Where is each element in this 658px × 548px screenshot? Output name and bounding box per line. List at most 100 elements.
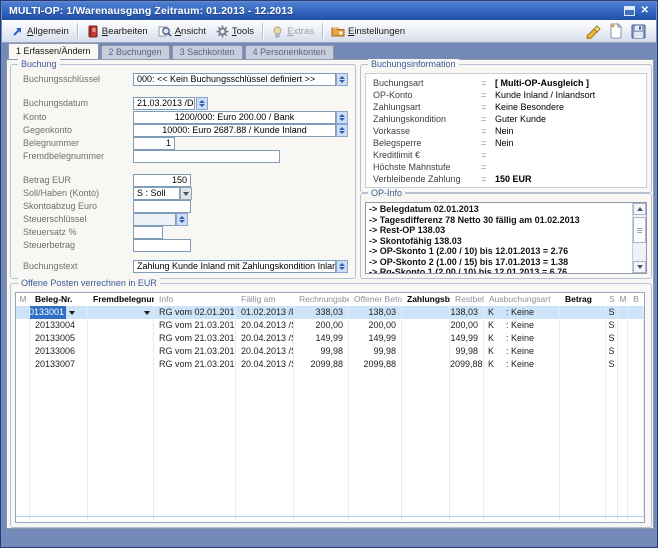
cell-b — [628, 345, 644, 358]
cell-betrag[interactable] — [560, 319, 606, 332]
cell-zahlungsbetrag[interactable] — [402, 358, 450, 371]
tab-sachkonten[interactable]: 3 Sachkonten — [172, 45, 243, 59]
menu-allgemein[interactable]: Allgemein — [6, 23, 74, 40]
cell-faellig-am: 20.04.2013 /Sa — [236, 319, 294, 332]
spinner-icon[interactable] — [176, 213, 188, 226]
groupbox-buchung: Buchung Buchungsschlüssel 000: << Kein B… — [10, 64, 356, 279]
cell-beleg-nr[interactable]: 20133006 — [30, 345, 88, 358]
menu-label: Tools — [232, 26, 254, 37]
col-header-info[interactable]: Info — [154, 293, 236, 306]
cell-zahlungsbetrag[interactable] — [402, 306, 450, 319]
cell-ausbuchungsart[interactable]: K: Keine — [484, 332, 560, 345]
label-steuerbetrag: Steuerbetrag — [23, 239, 75, 252]
stamp-icon[interactable] — [585, 24, 601, 39]
skontoabzug-field[interactable] — [133, 200, 191, 213]
buchungsdatum-field[interactable]: 21.03.2013 /Do — [133, 97, 195, 110]
cell-ausbuchungsart[interactable]: K: Keine — [484, 358, 560, 371]
menu-bearbeiten[interactable]: Bearbeiten — [81, 23, 153, 40]
table-empty-area — [16, 371, 644, 516]
fremdbelegnummer-field[interactable] — [133, 150, 280, 163]
scroll-down-icon[interactable] — [633, 261, 646, 273]
menu-label: Allgemein — [27, 26, 69, 37]
steuerbetrag-field[interactable] — [133, 239, 191, 252]
tab-erfassen-aendern[interactable]: 1 Erfassen/Ändern — [8, 43, 99, 59]
gegenkonto-select[interactable]: 10000: Euro 2687.88 / Kunde Inland — [133, 124, 336, 137]
spinner-icon[interactable] — [196, 97, 208, 110]
col-header-rechnungsbetrag[interactable]: Rechnungsbetrag — [294, 293, 349, 306]
table-row[interactable]: 20133006 RG vom 21.03.2013 20.04.2013 /S… — [16, 345, 644, 358]
spinner-icon[interactable] — [336, 73, 348, 86]
spinner-icon[interactable] — [336, 260, 348, 273]
betrag-eur-field[interactable]: 150 — [133, 174, 191, 187]
scrollbar-thumb[interactable] — [633, 217, 646, 243]
menu-tools[interactable]: Tools — [211, 23, 259, 40]
col-header-beleg-nr[interactable]: Beleg-Nr. — [30, 293, 88, 306]
table-row[interactable]: 20133007 RG vom 21.03.2013 20.04.2013 /S… — [16, 358, 644, 371]
menu-extras[interactable]: Extras — [266, 23, 319, 40]
menu-ansicht[interactable]: Ansicht — [153, 23, 211, 40]
cell-m2 — [618, 345, 628, 358]
cell-beleg-nr[interactable]: 20133001 — [30, 306, 88, 319]
cell-fremdbelegnummer[interactable] — [88, 358, 154, 371]
cell-ausbuchungsart[interactable]: K: Keine — [484, 345, 560, 358]
spinner-icon[interactable] — [336, 124, 348, 137]
table-row[interactable]: 20133001 RG vom 02.01.2013 01.02.2013 /F… — [16, 306, 644, 319]
vertical-scrollbar[interactable] — [632, 203, 646, 273]
col-header-offener-betrag[interactable]: Offener Betrag — [349, 293, 402, 306]
cell-fremdbelegnummer[interactable] — [88, 332, 154, 345]
close-icon[interactable]: ✕ — [641, 6, 649, 16]
belegnummer-field[interactable]: 1 — [133, 137, 175, 150]
buchungstext-select[interactable]: Zahlung Kunde Inland mit Zahlungskonditi… — [133, 260, 336, 273]
save-icon[interactable] — [631, 24, 646, 39]
dropdown-arrow-icon[interactable] — [69, 311, 75, 315]
menu-einstellungen[interactable]: Einstellungen — [326, 23, 410, 40]
table-row[interactable]: 20133005 RG vom 21.03.2013 20.04.2013 /S… — [16, 332, 644, 345]
cell-betrag[interactable] — [560, 345, 606, 358]
steuersatz-field[interactable] — [133, 226, 163, 239]
col-header-s[interactable]: S — [606, 293, 618, 306]
col-header-faellig-am[interactable]: Fällig am — [236, 293, 294, 306]
spinner-icon[interactable] — [336, 111, 348, 124]
col-header-b[interactable]: B — [628, 293, 644, 306]
col-header-restbetrag[interactable]: Restbetrag — [450, 293, 484, 306]
cell-betrag[interactable] — [560, 306, 606, 319]
new-document-icon[interactable] — [609, 23, 623, 39]
cell-beleg-nr[interactable]: 20133007 — [30, 358, 88, 371]
dropdown-icon[interactable] — [180, 187, 192, 200]
col-header-zahlungsbetrag[interactable]: Zahlungsbetrag — [402, 293, 450, 306]
soll-haben-combo[interactable]: S : Soll — [133, 187, 180, 200]
op-info-listbox: -> Belegdatum 02.01.2013 -> Tagesdiffere… — [365, 202, 647, 274]
col-header-ausbuchungsart[interactable]: Ausbuchungsart — [484, 293, 560, 306]
cell-fremdbelegnummer[interactable] — [88, 319, 154, 332]
label-buchungsschluessel: Buchungsschlüssel — [23, 73, 100, 86]
cell-fremdbelegnummer[interactable] — [88, 345, 154, 358]
cell-beleg-nr[interactable]: 20133005 — [30, 332, 88, 345]
table-row[interactable]: 20133004 RG vom 21.03.2013 20.04.2013 /S… — [16, 319, 644, 332]
cell-zahlungsbetrag[interactable] — [402, 319, 450, 332]
cell-betrag[interactable] — [560, 358, 606, 371]
cell-ausbuchungsart[interactable]: K: Keine — [484, 319, 560, 332]
equals-sign: = — [481, 101, 495, 113]
col-header-fremdbelegnummer[interactable]: Fremdbelegnummer — [88, 293, 154, 306]
dropdown-arrow-icon[interactable] — [144, 311, 150, 315]
restore-icon[interactable] — [624, 6, 635, 16]
cell-m2 — [618, 332, 628, 345]
col-header-betrag[interactable]: Betrag — [560, 293, 606, 306]
cell-info: RG vom 21.03.2013 — [154, 319, 236, 332]
cell-ausbuchungsart[interactable]: K: Keine — [484, 306, 560, 319]
cell-zahlungsbetrag[interactable] — [402, 345, 450, 358]
col-header-m2[interactable]: M — [618, 293, 628, 306]
buchungsschluessel-select[interactable]: 000: << Kein Buchungsschlüssel definiert… — [133, 73, 336, 86]
cell-beleg-nr[interactable]: 20133004 — [30, 319, 88, 332]
tab-buchungen[interactable]: 2 Buchungen — [101, 45, 170, 59]
selected-cell-value[interactable]: 20133001 — [30, 306, 66, 319]
tab-personenkonten[interactable]: 4 Personenkonten — [245, 45, 334, 59]
col-header-m[interactable]: M — [16, 293, 30, 306]
scroll-up-icon[interactable] — [633, 203, 646, 215]
steuerschluessel-field[interactable] — [133, 213, 176, 226]
cell-fremdbelegnummer[interactable] — [88, 306, 154, 319]
ausbuchung-text: : Keine — [506, 358, 534, 371]
konto-select[interactable]: 1200/000: Euro 200.00 / Bank — [133, 111, 336, 124]
cell-zahlungsbetrag[interactable] — [402, 332, 450, 345]
cell-betrag[interactable] — [560, 332, 606, 345]
